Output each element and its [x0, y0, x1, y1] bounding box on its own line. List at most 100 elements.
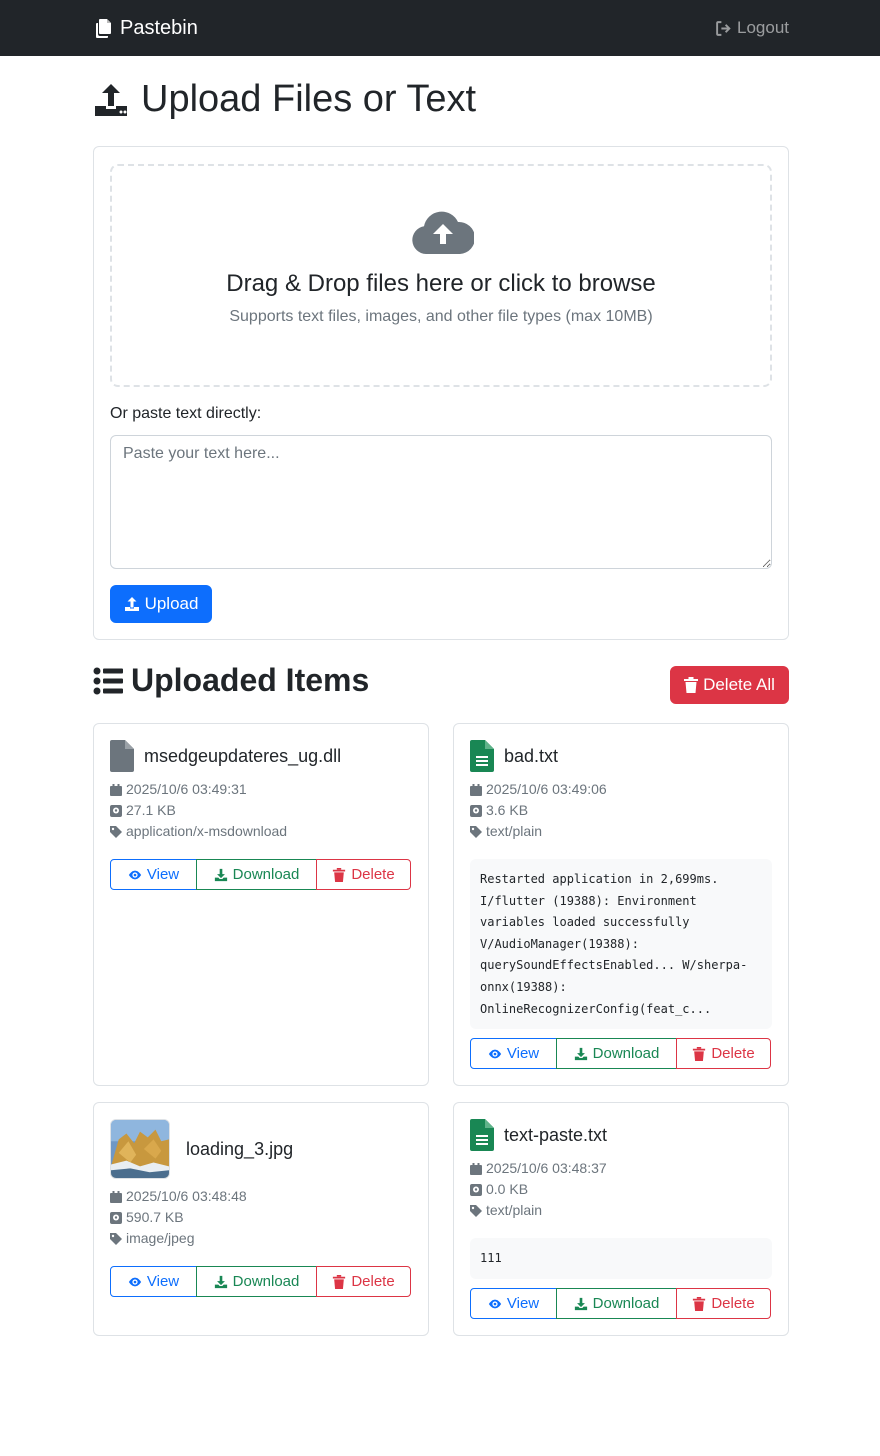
eye-icon: [488, 1299, 501, 1308]
trash-icon: [333, 867, 346, 882]
item-name: msedgeupdateres_ug.dll: [144, 745, 342, 766]
view-label: View: [146, 866, 180, 883]
tag-icon: [470, 825, 482, 838]
list-icon: [93, 667, 123, 694]
logout-label: Logout: [737, 18, 789, 37]
item-card: bad.txt 2025/10/6 03:49:06 3.6 KB text/p…: [453, 723, 789, 1086]
item-date: 2025/10/6 03:49:06: [486, 781, 607, 797]
brand[interactable]: Pastebin: [93, 17, 198, 40]
view-button[interactable]: View: [110, 859, 197, 890]
download-icon: [574, 1297, 587, 1310]
item-size: 27.1 KB: [126, 802, 176, 818]
item-date: 2025/10/6 03:48:48: [126, 1188, 247, 1204]
item-name: text-paste.txt: [504, 1124, 608, 1145]
navbar: Pastebin Logout: [0, 0, 880, 56]
item-meta: 2025/10/6 03:48:48 590.7 KB image/jpeg: [110, 1186, 247, 1249]
item-card: loading_3.jpg 2025/10/6 03:48:48 590.7 K…: [93, 1102, 429, 1336]
eye-icon: [128, 1277, 141, 1286]
item-meta: 2025/10/6 03:49:31 27.1 KB application/x…: [110, 779, 287, 842]
item-size: 0.0 KB: [486, 1181, 529, 1197]
item-card: msedgeupdateres_ug.dll 2025/10/6 03:49:3…: [93, 723, 429, 1086]
item-actions: View Download Delete: [470, 1038, 771, 1069]
dropzone-title: Drag & Drop files here or click to brows…: [226, 270, 656, 297]
item-actions: View Download Delete: [110, 859, 411, 890]
trash-icon: [333, 1274, 346, 1289]
delete-button[interactable]: Delete: [676, 1038, 771, 1069]
delete-label: Delete: [711, 1045, 755, 1062]
calendar-icon: [110, 1190, 122, 1203]
item-size: 3.6 KB: [486, 802, 529, 818]
view-label: View: [146, 1273, 180, 1290]
download-icon: [574, 1047, 587, 1060]
hdd-icon: [110, 804, 122, 817]
logout-link[interactable]: Logout: [715, 18, 789, 38]
download-label: Download: [592, 1045, 660, 1062]
eye-icon: [128, 870, 141, 879]
download-button[interactable]: Download: [196, 1266, 317, 1297]
view-button[interactable]: View: [470, 1288, 557, 1319]
file-icon: [110, 740, 134, 772]
item-header: text-paste.txt: [470, 1119, 607, 1151]
download-icon: [214, 1275, 227, 1288]
item-date: 2025/10/6 03:49:31: [126, 781, 247, 797]
item-date: 2025/10/6 03:48:37: [486, 1160, 607, 1176]
view-label: View: [506, 1045, 540, 1062]
paste-textarea[interactable]: [110, 435, 772, 569]
delete-all-button[interactable]: Delete All: [670, 666, 789, 704]
sign-out-icon: [716, 20, 731, 36]
dropzone[interactable]: Drag & Drop files here or click to brows…: [110, 164, 772, 387]
download-icon: [214, 868, 227, 881]
calendar-icon: [470, 783, 482, 796]
eye-icon: [488, 1049, 501, 1058]
calendar-icon: [470, 1162, 482, 1175]
view-button[interactable]: View: [110, 1266, 197, 1297]
delete-all-label: Delete All: [703, 675, 775, 694]
upload-button[interactable]: Upload: [110, 585, 212, 623]
item-type: image/jpeg: [126, 1230, 195, 1246]
delete-button[interactable]: Delete: [316, 859, 411, 890]
download-label: Download: [232, 866, 300, 883]
delete-label: Delete: [351, 1273, 395, 1290]
download-label: Download: [232, 1273, 300, 1290]
page-title-text: Upload Files or Text: [141, 78, 477, 120]
trash-icon: [684, 677, 699, 693]
item-actions: View Download Delete: [470, 1288, 771, 1319]
trash-icon: [693, 1296, 706, 1311]
page-title: Upload Files or Text: [93, 78, 476, 121]
image-thumbnail[interactable]: [110, 1119, 170, 1179]
download-button[interactable]: Download: [556, 1288, 677, 1319]
download-button[interactable]: Download: [196, 859, 317, 890]
items-heading-text: Uploaded Items: [131, 662, 370, 698]
item-type: text/plain: [486, 823, 543, 839]
hdd-icon: [470, 1183, 482, 1196]
tag-icon: [110, 1232, 122, 1245]
dropzone-subtitle: Supports text files, images, and other f…: [229, 308, 653, 325]
upload-icon: [95, 83, 127, 116]
file-text-icon: [470, 1119, 494, 1151]
item-header: loading_3.jpg: [110, 1119, 293, 1179]
delete-label: Delete: [351, 866, 395, 883]
download-button[interactable]: Download: [556, 1038, 677, 1069]
item-preview: 111: [470, 1238, 772, 1279]
upload-card: Drag & Drop files here or click to brows…: [93, 146, 789, 640]
delete-label: Delete: [711, 1295, 755, 1312]
item-meta: 2025/10/6 03:49:06 3.6 KB text/plain: [470, 779, 607, 842]
tag-icon: [110, 825, 122, 838]
copy-files-icon: [96, 19, 111, 38]
upload-button-label: Upload: [144, 594, 199, 613]
item-preview: Restarted application in 2,699ms. I/flut…: [470, 859, 772, 1029]
delete-button[interactable]: Delete: [676, 1288, 771, 1319]
paste-label: Or paste text directly:: [110, 405, 262, 422]
view-button[interactable]: View: [470, 1038, 557, 1069]
hdd-icon: [110, 1211, 122, 1224]
tag-icon: [470, 1204, 482, 1217]
view-label: View: [506, 1295, 540, 1312]
brand-label: Pastebin: [120, 16, 198, 39]
calendar-icon: [110, 783, 122, 796]
item-actions: View Download Delete: [110, 1266, 411, 1297]
item-name: loading_3.jpg: [186, 1138, 294, 1159]
delete-button[interactable]: Delete: [316, 1266, 411, 1297]
items-heading: Uploaded Items: [93, 662, 369, 699]
trash-icon: [693, 1046, 706, 1061]
upload-icon: [124, 597, 139, 611]
